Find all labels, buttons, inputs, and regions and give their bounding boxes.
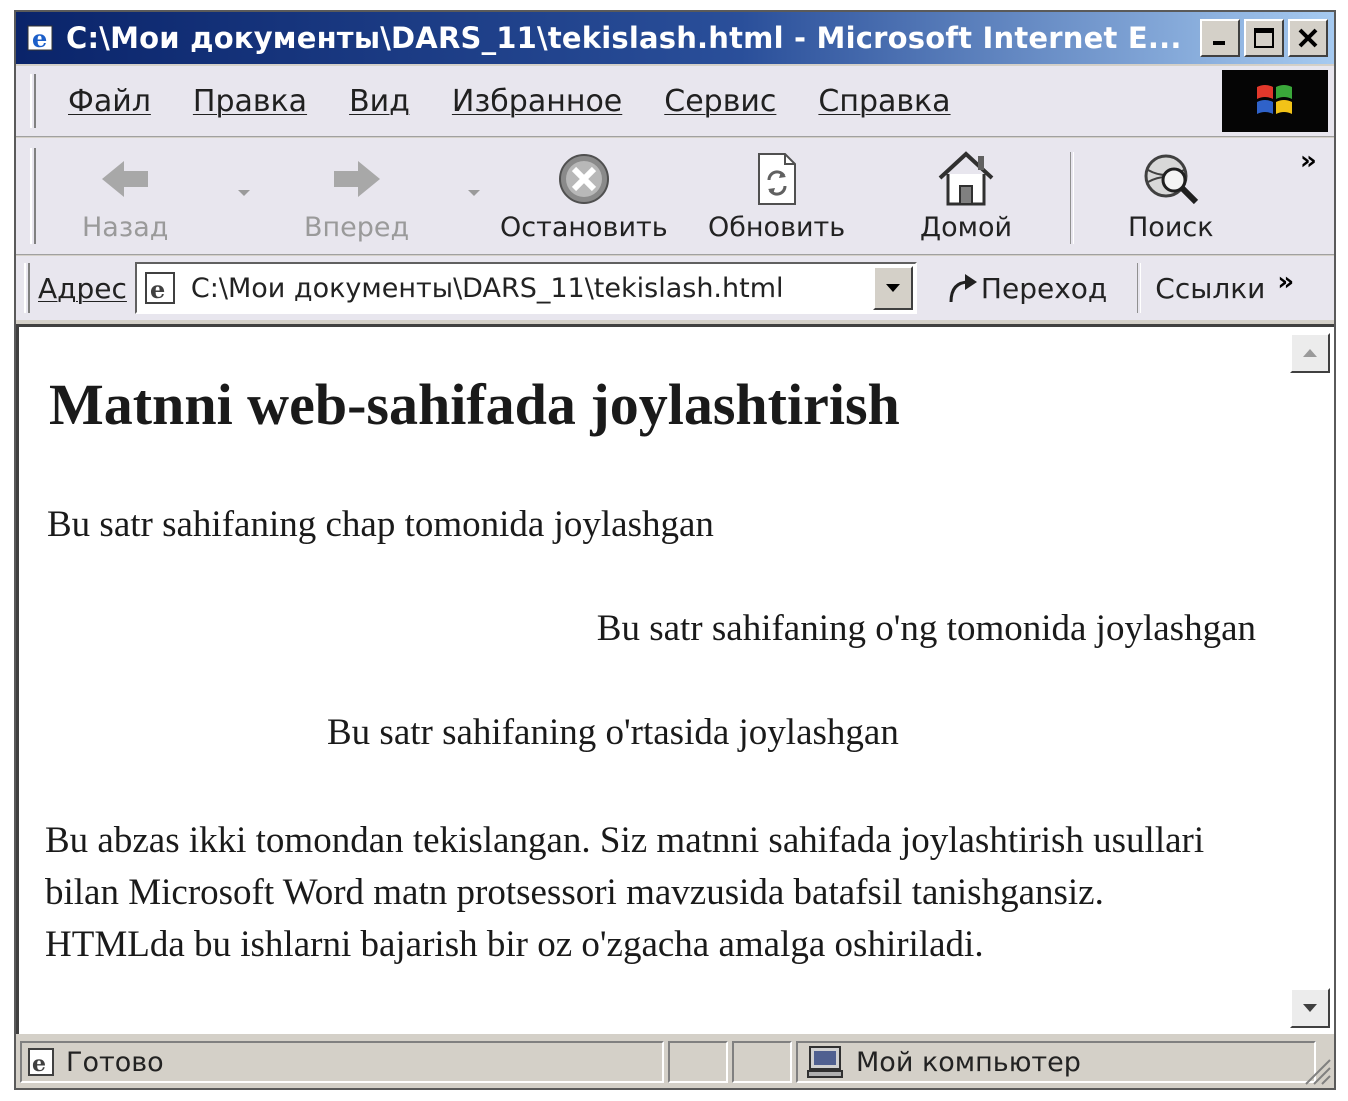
windows-flag-icon xyxy=(1257,85,1292,114)
toolbar-grip[interactable] xyxy=(30,148,36,244)
page-content: Matnni web-sahifada joylashtirish Bu sat… xyxy=(16,324,1334,1034)
zone-label: Мой компьютер xyxy=(856,1046,1081,1078)
address-dropdown-button[interactable] xyxy=(872,266,913,310)
go-button[interactable]: Переход xyxy=(945,270,1107,306)
address-field[interactable]: e xyxy=(134,262,917,314)
windows-logo-throbber xyxy=(1222,70,1328,132)
links-separator xyxy=(1137,263,1142,313)
menu-file[interactable]: Файл xyxy=(68,84,151,119)
links-more-chevron[interactable]: » xyxy=(1277,267,1294,297)
window-title: C:\Мои документы\DARS_11\tekislash.html … xyxy=(66,21,1182,55)
stop-label: Остановить xyxy=(500,212,668,243)
go-arrow-icon xyxy=(949,274,977,303)
status-text: Готово xyxy=(66,1046,164,1078)
chevron-down-icon xyxy=(1303,1004,1317,1012)
refresh-icon xyxy=(753,148,801,210)
forward-button[interactable]: Вперед xyxy=(304,148,409,243)
scroll-down-button[interactable] xyxy=(1290,988,1330,1028)
back-button[interactable]: Назад xyxy=(82,148,168,243)
back-label: Назад xyxy=(82,212,169,243)
page-heading: Matnni web-sahifada joylashtirish xyxy=(49,372,900,437)
chevron-down-icon xyxy=(885,284,900,292)
home-label: Домой xyxy=(920,212,1013,243)
refresh-label: Обновить xyxy=(708,212,846,243)
resize-grip-icon[interactable] xyxy=(1298,1052,1332,1086)
search-label: Поиск xyxy=(1128,212,1214,243)
status-text-pane: e Готово xyxy=(20,1041,664,1083)
status-security-pane xyxy=(732,1041,792,1083)
status-progress-pane xyxy=(668,1041,728,1083)
left-aligned-text: Bu satr sahifaning chap tomonida joylash… xyxy=(47,504,714,545)
right-aligned-text: Bu satr sahifaning o'ng tomonida joylash… xyxy=(596,608,1256,649)
go-label: Переход xyxy=(980,271,1108,305)
home-button[interactable]: Домой xyxy=(920,148,1012,243)
scroll-up-button[interactable] xyxy=(1290,333,1330,373)
close-icon xyxy=(1298,28,1318,48)
search-button[interactable]: Поиск xyxy=(1128,148,1214,243)
forward-arrow-icon xyxy=(330,148,384,210)
maximize-button[interactable] xyxy=(1244,19,1284,57)
stop-button[interactable]: Остановить xyxy=(500,148,668,243)
home-icon xyxy=(936,148,996,210)
vertical-scrollbar[interactable] xyxy=(1290,327,1334,1034)
browser-window: e C:\Мои документы\DARS_11\tekislash.htm… xyxy=(14,10,1336,1090)
title-bar[interactable]: e C:\Мои документы\DARS_11\tekislash.htm… xyxy=(16,12,1334,64)
standard-toolbar: Назад Вперед Остановить Обновить Домой П… xyxy=(16,138,1334,255)
my-computer-icon xyxy=(807,1046,843,1078)
toolbar-separator xyxy=(1070,152,1074,244)
status-bar: e Готово Мой компьютер xyxy=(16,1036,1334,1088)
menu-edit[interactable]: Правка xyxy=(193,84,307,119)
close-button[interactable] xyxy=(1288,19,1328,57)
search-globe-icon xyxy=(1140,148,1202,210)
menu-bar: Файл Правка Вид Избранное Сервис Справка xyxy=(16,66,1334,137)
svg-text:e: e xyxy=(150,275,165,304)
forward-label: Вперед xyxy=(304,212,410,243)
minimize-icon xyxy=(1213,41,1225,45)
menu-help[interactable]: Справка xyxy=(818,84,950,119)
menu-favorites[interactable]: Избранное xyxy=(452,84,622,119)
forward-dropdown-icon[interactable] xyxy=(468,190,480,196)
status-zone-pane: Мой компьютер xyxy=(796,1041,1316,1083)
maximize-icon xyxy=(1254,28,1274,48)
ie-logo-icon: e xyxy=(24,20,60,56)
toolbar-more-chevron[interactable]: » xyxy=(1300,146,1317,176)
ie-page-icon: e xyxy=(28,1048,54,1077)
stop-icon xyxy=(557,148,611,210)
address-grip[interactable] xyxy=(24,263,30,313)
svg-text:e: e xyxy=(32,1051,46,1077)
refresh-button[interactable]: Обновить xyxy=(708,148,845,243)
chevron-up-icon xyxy=(1303,349,1317,357)
address-label: Адрес xyxy=(38,271,127,305)
justified-paragraph: Bu abzas ikki tomondan tekislangan. Siz … xyxy=(45,820,1205,965)
address-bar: Адрес e Переход Ссылки » xyxy=(16,256,1334,320)
address-input[interactable] xyxy=(190,272,861,304)
menu-tools[interactable]: Сервис xyxy=(664,84,776,119)
links-button[interactable]: Ссылки xyxy=(1155,272,1265,305)
minimize-button[interactable] xyxy=(1200,19,1240,57)
svg-text:e: e xyxy=(32,24,47,53)
ie-page-icon: e xyxy=(141,268,181,308)
back-arrow-icon xyxy=(98,148,152,210)
menu-view[interactable]: Вид xyxy=(349,84,410,119)
center-aligned-text: Bu satr sahifaning o'rtasida joylashgan xyxy=(327,712,899,753)
menu-grip[interactable] xyxy=(30,74,36,128)
back-dropdown-icon[interactable] xyxy=(238,190,250,196)
